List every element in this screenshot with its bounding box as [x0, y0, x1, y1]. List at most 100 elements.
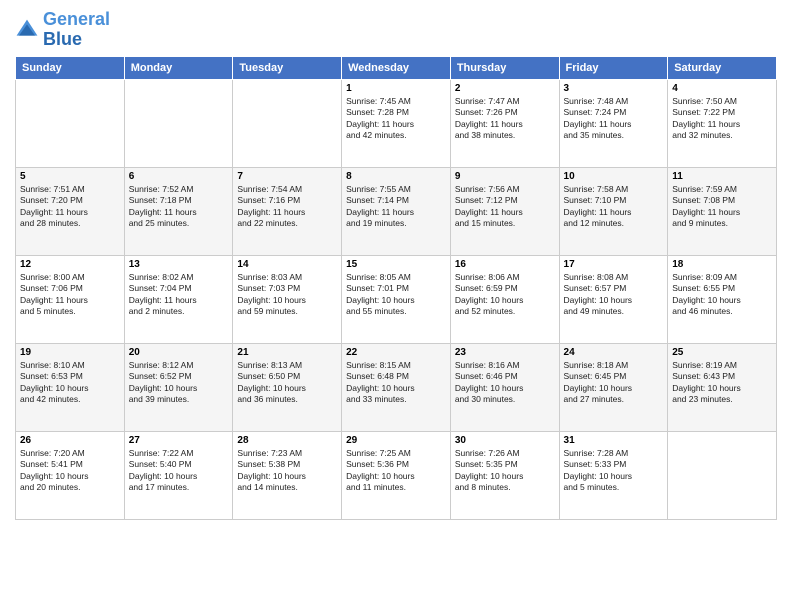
- day-number: 28: [237, 435, 337, 446]
- day-number: 29: [346, 435, 446, 446]
- day-number: 7: [237, 171, 337, 182]
- calendar-cell: 21Sunrise: 8:13 AMSunset: 6:50 PMDayligh…: [233, 343, 342, 431]
- day-number: 12: [20, 259, 120, 270]
- day-header-saturday: Saturday: [668, 56, 777, 79]
- day-number: 17: [564, 259, 664, 270]
- calendar-cell: 23 Sunrise: 8:16 AMSunset: 6:46 PMDayligh…: [450, 343, 559, 431]
- day-info: Sunrise: 7:51 AMSunset: 7:20 PMDaylight:…: [20, 184, 120, 230]
- calendar-cell: 14 Sunrise: 8:03 AMSunset: 7:03 PMDayligh…: [233, 255, 342, 343]
- day-number: 30: [455, 435, 555, 446]
- day-number: 11: [672, 171, 772, 182]
- calendar-cell: 19 Sunrise: 8:10 AMSunset: 6:53 PMDayligh…: [16, 343, 125, 431]
- calendar-cell: 24 Sunrise: 8:18 AMSunset: 6:45 PMDayligh…: [559, 343, 668, 431]
- calendar-cell: 3Sunrise: 7:48 AMSunset: 7:24 PMDaylight…: [559, 79, 668, 167]
- day-number: 5: [20, 171, 120, 182]
- week-row-2: 5 Sunrise: 7:51 AMSunset: 7:20 PMDaylight…: [16, 167, 777, 255]
- calendar-cell: 25 Sunrise: 8:19 AMSunset: 6:43 PMDayligh…: [668, 343, 777, 431]
- calendar-header-row: SundayMondayTuesdayWednesdayThursdayFrid…: [16, 56, 777, 79]
- day-info: Sunrise: 8:15 AMSunset: 6:48 PMDaylight:…: [346, 360, 446, 406]
- calendar-cell: 17Sunrise: 8:08 AMSunset: 6:57 PMDayligh…: [559, 255, 668, 343]
- day-info: Sunrise: 7:23 AMSunset: 5:38 PMDaylight:…: [237, 448, 337, 494]
- day-number: 6: [129, 171, 229, 182]
- day-info: Sunrise: 8:03 AMSunset: 7:03 PMDaylight:…: [237, 272, 337, 318]
- day-info: Sunrise: 7:22 AMSunset: 5:40 PMDaylight:…: [129, 448, 229, 494]
- day-number: 1: [346, 83, 446, 94]
- header: General Blue: [15, 10, 777, 50]
- day-header-tuesday: Tuesday: [233, 56, 342, 79]
- day-number: 19: [20, 347, 120, 358]
- calendar-cell: 11 Sunrise: 7:59 AMSunset: 7:08 PMDayligh…: [668, 167, 777, 255]
- calendar-cell: 1 Sunrise: 7:45 AMSunset: 7:28 PMDaylight…: [342, 79, 451, 167]
- day-number: 25: [672, 347, 772, 358]
- calendar-cell: [124, 79, 233, 167]
- day-number: 16: [455, 259, 555, 270]
- day-info: Sunrise: 8:09 AMSunset: 6:55 PMDaylight:…: [672, 272, 772, 318]
- day-number: 18: [672, 259, 772, 270]
- day-number: 26: [20, 435, 120, 446]
- calendar-cell: 13Sunrise: 8:02 AMSunset: 7:04 PMDayligh…: [124, 255, 233, 343]
- calendar-cell: 5 Sunrise: 7:51 AMSunset: 7:20 PMDaylight…: [16, 167, 125, 255]
- calendar-cell: 10 Sunrise: 7:58 AMSunset: 7:10 PMDayligh…: [559, 167, 668, 255]
- day-info: Sunrise: 7:59 AMSunset: 7:08 PMDaylight:…: [672, 184, 772, 230]
- day-info: Sunrise: 8:18 AMSunset: 6:45 PMDaylight:…: [564, 360, 664, 406]
- calendar-cell: 8 Sunrise: 7:55 AMSunset: 7:14 PMDaylight…: [342, 167, 451, 255]
- day-info: Sunrise: 8:16 AMSunset: 6:46 PMDaylight:…: [455, 360, 555, 406]
- calendar-cell: 9 Sunrise: 7:56 AMSunset: 7:12 PMDaylight…: [450, 167, 559, 255]
- day-info: Sunrise: 8:05 AMSunset: 7:01 PMDaylight:…: [346, 272, 446, 318]
- calendar-cell: 31 Sunrise: 7:28 AMSunset: 5:33 PMDayligh…: [559, 431, 668, 519]
- day-info: Sunrise: 7:56 AMSunset: 7:12 PMDaylight:…: [455, 184, 555, 230]
- day-info: Sunrise: 7:55 AMSunset: 7:14 PMDaylight:…: [346, 184, 446, 230]
- week-row-5: 26 Sunrise: 7:20 AMSunset: 5:41 PMDayligh…: [16, 431, 777, 519]
- calendar-table: SundayMondayTuesdayWednesdayThursdayFrid…: [15, 56, 777, 520]
- day-header-sunday: Sunday: [16, 56, 125, 79]
- calendar-cell: [16, 79, 125, 167]
- day-number: 3: [564, 83, 664, 94]
- day-number: 13: [129, 259, 229, 270]
- day-info: Sunrise: 7:47 AMSunset: 7:26 PMDaylight:…: [455, 96, 555, 142]
- calendar-cell: 15 Sunrise: 8:05 AMSunset: 7:01 PMDayligh…: [342, 255, 451, 343]
- calendar-cell: 22Sunrise: 8:15 AMSunset: 6:48 PMDayligh…: [342, 343, 451, 431]
- calendar-cell: 29Sunrise: 7:25 AMSunset: 5:36 PMDayligh…: [342, 431, 451, 519]
- calendar-cell: 16Sunrise: 8:06 AMSunset: 6:59 PMDayligh…: [450, 255, 559, 343]
- day-header-thursday: Thursday: [450, 56, 559, 79]
- day-number: 9: [455, 171, 555, 182]
- calendar-cell: 7Sunrise: 7:54 AMSunset: 7:16 PMDaylight…: [233, 167, 342, 255]
- day-info: Sunrise: 8:19 AMSunset: 6:43 PMDaylight:…: [672, 360, 772, 406]
- day-info: Sunrise: 7:50 AMSunset: 7:22 PMDaylight:…: [672, 96, 772, 142]
- day-number: 15: [346, 259, 446, 270]
- day-number: 27: [129, 435, 229, 446]
- day-number: 31: [564, 435, 664, 446]
- day-number: 2: [455, 83, 555, 94]
- calendar-cell: 26 Sunrise: 7:20 AMSunset: 5:41 PMDayligh…: [16, 431, 125, 519]
- calendar-cell: 2 Sunrise: 7:47 AMSunset: 7:26 PMDaylight…: [450, 79, 559, 167]
- day-number: 23: [455, 347, 555, 358]
- day-header-wednesday: Wednesday: [342, 56, 451, 79]
- day-info: Sunrise: 7:58 AMSunset: 7:10 PMDaylight:…: [564, 184, 664, 230]
- day-info: Sunrise: 7:45 AMSunset: 7:28 PMDaylight:…: [346, 96, 446, 142]
- day-info: Sunrise: 7:20 AMSunset: 5:41 PMDaylight:…: [20, 448, 120, 494]
- day-number: 24: [564, 347, 664, 358]
- day-number: 21: [237, 347, 337, 358]
- day-info: Sunrise: 8:12 AMSunset: 6:52 PMDaylight:…: [129, 360, 229, 406]
- logo-icon: [15, 18, 39, 42]
- day-info: Sunrise: 7:52 AMSunset: 7:18 PMDaylight:…: [129, 184, 229, 230]
- calendar-cell: [668, 431, 777, 519]
- day-number: 10: [564, 171, 664, 182]
- week-row-1: 1 Sunrise: 7:45 AMSunset: 7:28 PMDaylight…: [16, 79, 777, 167]
- week-row-4: 19 Sunrise: 8:10 AMSunset: 6:53 PMDayligh…: [16, 343, 777, 431]
- calendar-cell: 20 Sunrise: 8:12 AMSunset: 6:52 PMDayligh…: [124, 343, 233, 431]
- calendar-cell: 12Sunrise: 8:00 AMSunset: 7:06 PMDayligh…: [16, 255, 125, 343]
- calendar-cell: 18 Sunrise: 8:09 AMSunset: 6:55 PMDayligh…: [668, 255, 777, 343]
- calendar-cell: 30 Sunrise: 7:26 AMSunset: 5:35 PMDayligh…: [450, 431, 559, 519]
- week-row-3: 12Sunrise: 8:00 AMSunset: 7:06 PMDayligh…: [16, 255, 777, 343]
- day-info: Sunrise: 7:26 AMSunset: 5:35 PMDaylight:…: [455, 448, 555, 494]
- logo-text: General Blue: [43, 10, 110, 50]
- day-number: 8: [346, 171, 446, 182]
- day-number: 14: [237, 259, 337, 270]
- calendar-cell: 4Sunrise: 7:50 AMSunset: 7:22 PMDaylight…: [668, 79, 777, 167]
- calendar-cell: 28 Sunrise: 7:23 AMSunset: 5:38 PMDayligh…: [233, 431, 342, 519]
- day-info: Sunrise: 8:10 AMSunset: 6:53 PMDaylight:…: [20, 360, 120, 406]
- day-number: 20: [129, 347, 229, 358]
- day-info: Sunrise: 7:28 AMSunset: 5:33 PMDaylight:…: [564, 448, 664, 494]
- page: General Blue SundayMondayTuesdayWednesda…: [0, 0, 792, 612]
